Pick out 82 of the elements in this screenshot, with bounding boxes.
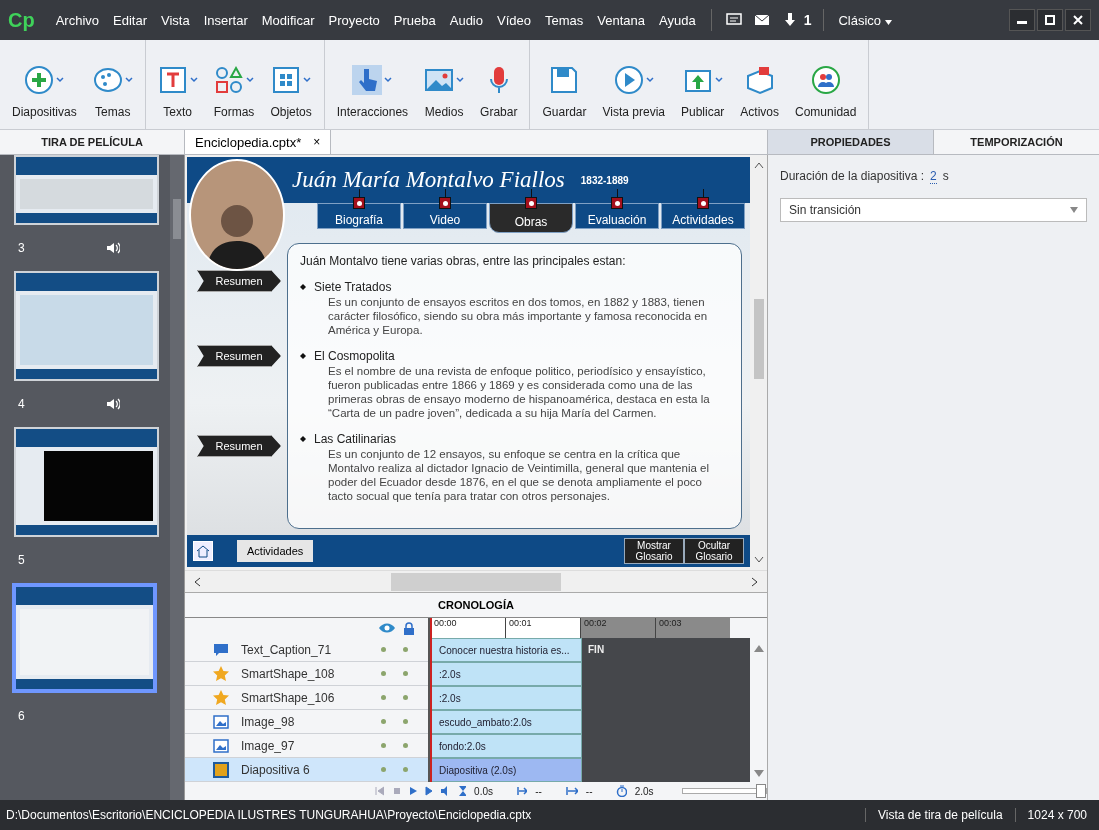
menu-item[interactable]: Ventana bbox=[590, 12, 652, 28]
section-text: Es un conjunto de 12 ensayos, su enfoque se centra en la crítica que Montalvo realiza al dictador Ignacio de Veintimilla, general que mantenia el poder del Ecuador desde 1876, en el que se denota ampliamente el poco tacto socual que tenía para tratar con otros personajes. bbox=[328, 447, 710, 503]
fade-in-time: -- bbox=[535, 785, 542, 797]
fade-out-time: -- bbox=[585, 785, 593, 797]
close-tab-button[interactable]: × bbox=[313, 135, 321, 149]
slide-years: 1832-1889 bbox=[580, 174, 629, 186]
toolbar-button[interactable]: Objetos bbox=[262, 40, 320, 129]
section-heading: El Cosmopolita bbox=[314, 349, 395, 363]
file-path: D:\Documentos\Escritorio\ENCICLOPEDIA ILUSTRES TUNGURAHUA\Proyecto\Enciclopedia.cptx bbox=[5, 808, 533, 822]
duration-value[interactable]: 2 bbox=[930, 169, 937, 184]
slide-tab[interactable]: Obras bbox=[489, 203, 573, 233]
slide-title: Juán María Montalvo Fiallos bbox=[292, 167, 565, 193]
section-heading: Siete Tratados bbox=[314, 280, 392, 294]
slide-tab[interactable]: Actividades bbox=[661, 203, 745, 229]
workspace-dropdown[interactable]: Clásico bbox=[832, 12, 898, 28]
toolbar-button[interactable]: Formas bbox=[205, 40, 263, 129]
toolbar-button[interactable]: Medios bbox=[416, 40, 473, 129]
document-tab[interactable]: Enciclopedia.cptx* × bbox=[185, 130, 332, 154]
menu-item[interactable]: Modificar bbox=[254, 12, 322, 28]
summary-button[interactable]: Resumen bbox=[197, 345, 281, 367]
menu-item[interactable]: Vídeo bbox=[490, 12, 538, 28]
timeline-bar[interactable]: :2.0s bbox=[430, 686, 582, 710]
timeline-row[interactable]: Diapositiva 6 bbox=[185, 758, 428, 782]
timeline-row[interactable]: Text_Caption_71 bbox=[185, 638, 428, 662]
transition-dropdown[interactable]: Sin transición bbox=[780, 198, 1087, 222]
timeline-bar[interactable]: Conocer nuestra historia es... bbox=[430, 638, 582, 662]
toolbar-button[interactable]: Guardar bbox=[534, 40, 595, 129]
toolbar-button[interactable]: Publicar bbox=[673, 40, 733, 129]
timeline-bar[interactable]: Diapositiva (2.0s) bbox=[430, 758, 582, 782]
slide-tab[interactable]: Biografía bbox=[317, 203, 401, 229]
toolbar-button[interactable]: Texto bbox=[149, 40, 206, 129]
download-count: 1 bbox=[803, 12, 812, 28]
time-tick: 00:03 bbox=[655, 618, 730, 638]
panel-tab[interactable]: PROPIEDADES bbox=[767, 130, 933, 154]
duration-label: Duración de la diapositiva : bbox=[780, 169, 925, 184]
glossary-button[interactable]: Mostrar Glosario bbox=[624, 538, 684, 564]
time-tick: 00:00 bbox=[430, 618, 505, 638]
menu-item[interactable]: Prueba bbox=[386, 12, 443, 28]
menu-item[interactable]: Insertar bbox=[196, 12, 255, 28]
timeline-bar[interactable]: fondo:2.0s bbox=[430, 734, 582, 758]
menu-item[interactable]: Archivo bbox=[48, 12, 107, 28]
timeline-bar[interactable]: escudo_ambato:2.0s bbox=[430, 710, 582, 734]
slide-tab[interactable]: Evaluación bbox=[575, 203, 659, 229]
slide-number: 5 bbox=[18, 553, 25, 567]
duration-time: 2.0s bbox=[634, 785, 654, 797]
toolbar-button[interactable]: Temas bbox=[84, 40, 141, 129]
intro-text: Juán Montalvo tiene varias obras, entre las principales estan: bbox=[300, 254, 627, 268]
toolbar-button[interactable]: Vista previa bbox=[594, 40, 673, 129]
toolbar-button[interactable]: Interacciones bbox=[328, 40, 417, 129]
toolbar-button[interactable]: Grabar bbox=[472, 40, 526, 129]
slide-number: 6 bbox=[18, 709, 25, 723]
time-tick: 00:01 bbox=[505, 618, 580, 638]
end-marker: FIN bbox=[588, 644, 605, 655]
summary-button[interactable]: Resumen bbox=[197, 270, 281, 292]
section-text: Es el nombre de una revista de enfoque politico, periodísico y ensayístico, fueron publicadas entre 1866 y 1869 y es considerada como una de las primeras obras de ensayo moderno de hispanoamérica, destaca en esta la “Carta de un padre joven”, dedicada a su hija María del Carmen. bbox=[328, 364, 711, 420]
section-text: Es un conjunto de ensayos escritos en dos tomos, en 1882 y 1883, tienen carácter filosófico, siendo su obra más importante y famosa reconocida en América y Europa. bbox=[328, 295, 709, 337]
timeline-row[interactable]: SmartShape_106 bbox=[185, 686, 428, 710]
view-mode: Vista de tira de película bbox=[865, 808, 1015, 822]
slide-size: 1024 x 700 bbox=[1014, 808, 1099, 822]
toolbar-button[interactable]: Comunidad bbox=[787, 40, 865, 129]
duration-unit: s bbox=[942, 169, 949, 184]
slide-tab[interactable]: Video bbox=[403, 203, 487, 229]
time-tick: 00:02 bbox=[580, 618, 655, 638]
summary-button[interactable]: Resumen bbox=[197, 435, 281, 457]
activities-button[interactable]: Actividades bbox=[237, 540, 314, 562]
section-heading: Las Catilinarias bbox=[314, 432, 397, 446]
glossary-button[interactable]: Ocultar Glosario bbox=[684, 538, 744, 564]
menu-item[interactable]: Editar bbox=[106, 12, 154, 28]
start-time: 0.0s bbox=[474, 785, 493, 797]
timeline-row[interactable]: Image_98 bbox=[185, 710, 428, 734]
toolbar-button[interactable]: Diapositivas bbox=[4, 40, 85, 129]
app-logo: Cp bbox=[8, 8, 35, 32]
menu-item[interactable]: Audio bbox=[442, 12, 490, 28]
menu-item[interactable]: Temas bbox=[537, 12, 591, 28]
toolbar-button[interactable]: Activos bbox=[732, 40, 788, 129]
timeline-row[interactable]: SmartShape_108 bbox=[185, 662, 428, 686]
slide-number: 3 bbox=[18, 241, 25, 255]
menu-item[interactable]: Proyecto bbox=[321, 12, 387, 28]
menu-item[interactable]: Ayuda bbox=[652, 12, 703, 28]
menu-item[interactable]: Vista bbox=[154, 12, 197, 28]
timeline-bar[interactable]: :2.0s bbox=[430, 662, 582, 686]
slide-number: 4 bbox=[18, 397, 25, 411]
